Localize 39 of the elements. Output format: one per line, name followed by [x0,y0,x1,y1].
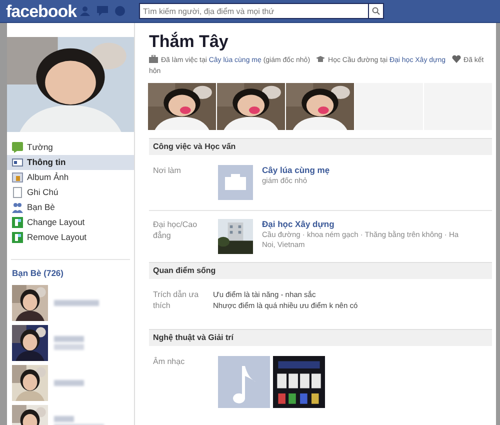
nav-item[interactable]: Thông tin [7,155,134,170]
search-icon[interactable] [372,7,380,15]
nav-item[interactable]: Album Ảnh [7,170,134,185]
friends-heading[interactable]: Bạn Bè (726) [7,267,134,280]
section-header: Công việc và Học vấn [149,138,492,155]
section-header: Nghệ thuật và Giải trí [149,329,492,346]
messages-icon[interactable] [97,6,108,16]
nav-item[interactable]: Change Layout [7,215,134,230]
entry-title[interactable]: Cây lúa cùng mẹ [262,165,462,176]
nav-item[interactable]: Ghi Chú [7,185,134,200]
photo-album-icon [12,172,23,183]
field-label: Đại học/Cao đẳng [153,219,198,242]
blurred-name [54,380,84,386]
briefcase-icon [218,165,253,200]
profile-name: Thắm Tây [149,32,230,52]
field-label: Nơi làm [153,165,182,177]
nav-item[interactable]: Tường [7,140,134,155]
people-icon [12,202,23,213]
heart-icon [452,55,461,63]
speech-bubble-icon [12,142,23,153]
entry-title[interactable]: Đại học Xây dựng [262,219,462,230]
logo: facebook [6,0,76,22]
blurred-name [54,336,84,350]
nav-item[interactable]: Remove Layout [7,230,134,245]
music-note-icon [218,356,270,408]
section-header: Quan điểm sống [149,262,492,279]
field-label: Trích dẫn ưa thích [153,289,200,311]
note-icon [12,187,23,198]
search-button[interactable] [369,3,384,19]
id-card-icon [12,157,23,168]
field-label: Âm nhạc [153,356,186,368]
nav-item[interactable]: Bạn Bè [7,200,134,215]
app-icon [12,232,23,243]
app-icon [12,217,23,228]
friend-requests-icon[interactable] [80,6,90,16]
briefcase-icon [149,55,158,63]
graduation-cap-icon [316,55,326,63]
search-field[interactable]: Tìm kiếm người, địa điểm và mọi thứ [139,3,369,19]
blurred-name [54,300,99,306]
